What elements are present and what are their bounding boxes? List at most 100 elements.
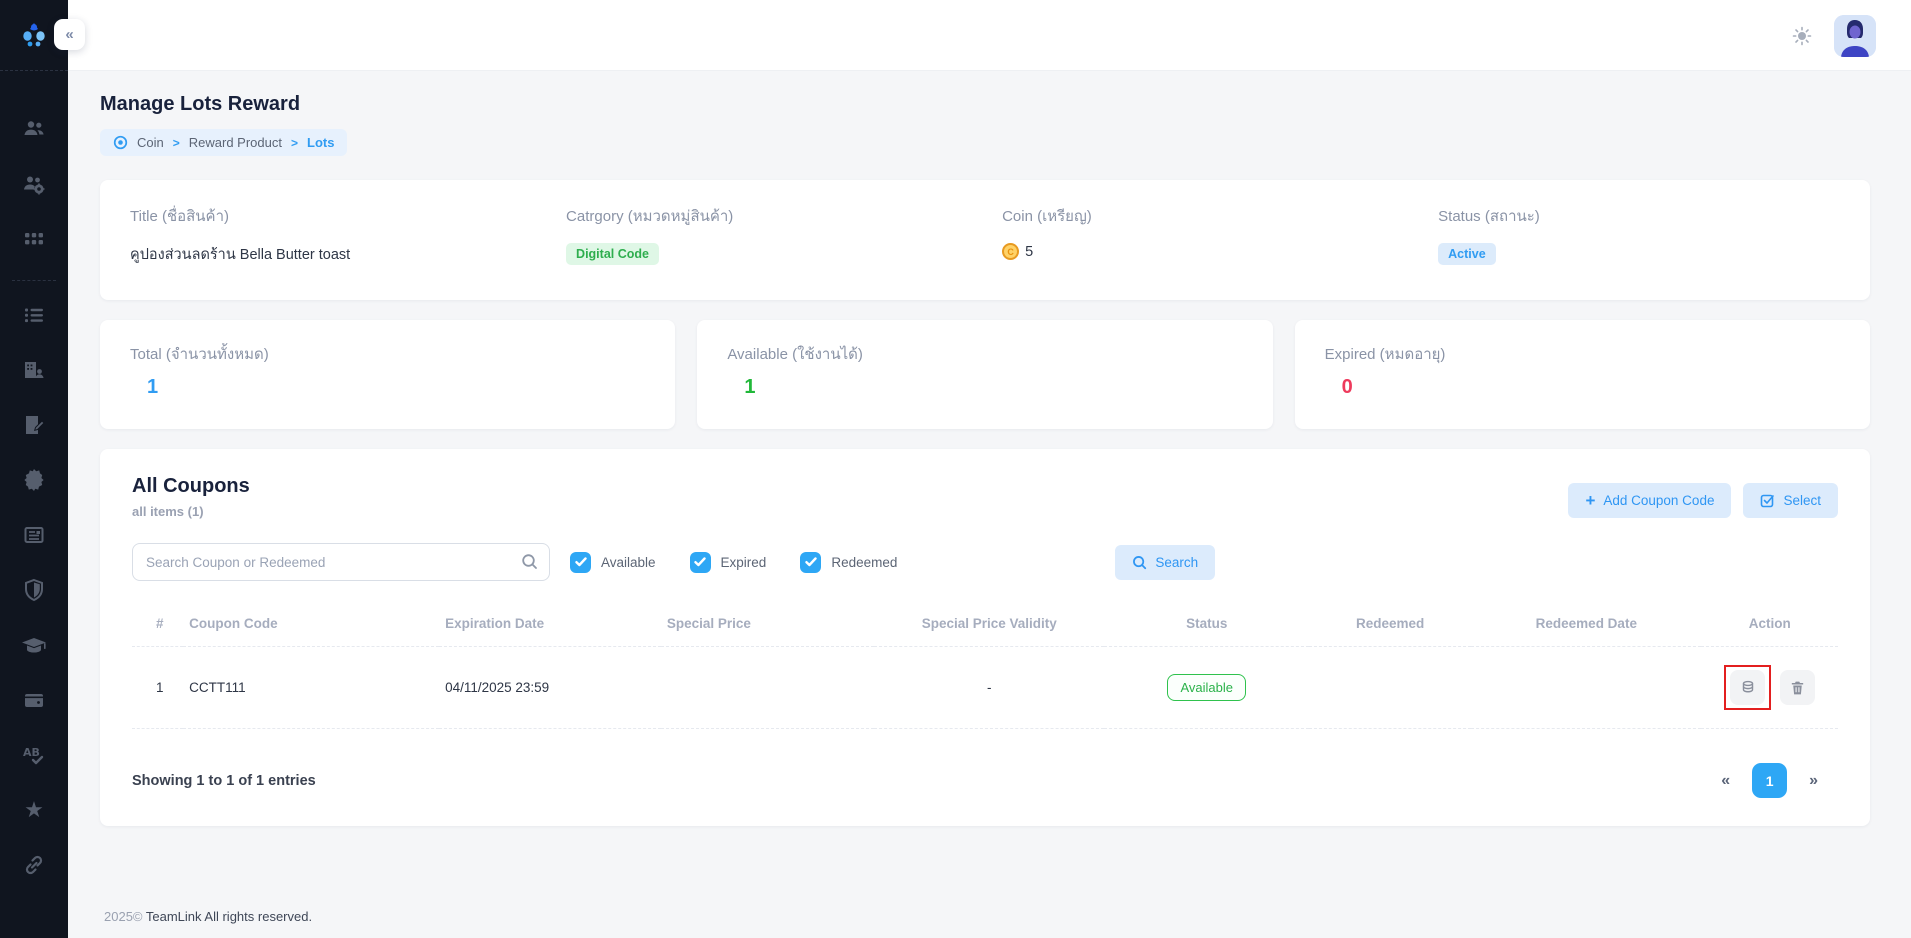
stat-available-value: 1 <box>744 376 756 398</box>
theme-toggle-button[interactable] <box>1792 26 1812 46</box>
sidebar-item-spellcheck[interactable]: AB <box>14 735 54 775</box>
col-coupon-code: Coupon Code <box>189 616 278 631</box>
pagination-page-1[interactable]: 1 <box>1752 763 1788 798</box>
collapse-chevrons-icon: « <box>65 26 74 43</box>
spellcheck-icon: AB <box>23 746 44 765</box>
stat-card-available: Available (ใช้งานได้) 1 <box>697 320 1273 429</box>
cell-index: 1 <box>132 646 184 729</box>
coupons-subtitle: all items (1) <box>132 504 204 519</box>
sidebar-item-news[interactable] <box>14 515 54 555</box>
wallet-icon <box>25 694 43 707</box>
checked-checkbox-icon <box>800 551 822 573</box>
sidebar-item-star[interactable]: ★ <box>14 790 54 830</box>
shield-icon <box>25 578 43 602</box>
col-expiration-date: Expiration Date <box>445 616 545 631</box>
star-icon: ★ <box>24 797 44 822</box>
pagination-prev-icon[interactable]: « <box>1721 772 1730 790</box>
chevron-right-icon: > <box>172 135 180 150</box>
badge-icon <box>24 469 44 491</box>
user-avatar[interactable] <box>1834 14 1876 57</box>
sidebar-item-wallet[interactable] <box>14 680 54 720</box>
sidebar-item-list[interactable] <box>14 295 54 335</box>
top-header <box>68 0 1911 71</box>
cell-redeemed <box>1309 646 1472 729</box>
organization-icon <box>25 362 44 378</box>
status-badge: Active <box>1438 243 1496 265</box>
title-value: คูปองส่วนลดร้าน Bella Butter toast <box>130 247 351 263</box>
stat-expired-label: Expired (หมดอายุ) <box>1324 346 1446 363</box>
page-title: Manage Lots Reward <box>100 93 301 115</box>
sidebar-item-education[interactable] <box>14 625 54 665</box>
filter-label-expired: Expired <box>720 554 767 570</box>
filter-checkbox-redeemed[interactable]: Redeemed <box>800 551 898 573</box>
search-input[interactable] <box>132 543 550 581</box>
col-redeemed: Redeemed <box>1355 616 1425 631</box>
coupons-table: # Coupon Code Expiration Date Special Pr… <box>132 601 1838 729</box>
search-button[interactable]: Search <box>1115 544 1216 580</box>
col-index: # <box>156 616 164 631</box>
highlight-rectangle <box>1724 665 1772 710</box>
target-radio-icon <box>113 135 128 150</box>
cell-expiration-date: 04/11/2025 23:59 <box>439 646 661 729</box>
col-special-price: Special Price <box>666 616 751 631</box>
field-coin: Coin (เหรียญ) C 5 <box>1002 204 1438 266</box>
sidebar-item-shield[interactable] <box>14 570 54 610</box>
breadcrumb-lots[interactable]: Lots <box>307 135 334 150</box>
table-header-row: # Coupon Code Expiration Date Special Pr… <box>132 601 1838 647</box>
team-icon <box>24 121 44 135</box>
sidebar-item-apps[interactable] <box>14 219 54 259</box>
sidebar-item-link[interactable] <box>14 845 54 885</box>
link-icon <box>25 855 43 875</box>
avatar-person-icon <box>1834 14 1876 57</box>
checked-checkbox-icon <box>689 551 711 573</box>
add-coupon-code-button[interactable]: + Add Coupon Code <box>1568 483 1732 518</box>
list-icon <box>25 308 43 323</box>
pagination-next-icon[interactable]: » <box>1809 772 1818 790</box>
stat-card-expired: Expired (หมดอายุ) 0 <box>1294 320 1870 429</box>
sidebar-item-document-edit[interactable] <box>14 405 54 445</box>
col-action: Action <box>1748 616 1791 631</box>
chevron-right-icon: > <box>290 135 298 150</box>
sun-icon <box>1792 26 1812 45</box>
coin-icon: C <box>1002 243 1020 260</box>
col-status: Status <box>1186 616 1228 631</box>
sidebar-item-badge[interactable] <box>14 460 54 500</box>
stat-expired-value: 0 <box>1341 376 1353 398</box>
table-row: 1 CCTT111 04/11/2025 23:59 - Available <box>132 646 1838 729</box>
plus-icon: + <box>1585 491 1596 510</box>
sidebar-divider <box>12 280 56 281</box>
search-icon <box>522 554 537 569</box>
sidebar-item-team[interactable] <box>14 109 54 149</box>
stat-total-value: 1 <box>147 376 159 398</box>
coin-label: Coin (เหรียญ) <box>1002 208 1092 225</box>
apps-grid-icon <box>25 233 43 245</box>
filter-label-redeemed: Redeemed <box>831 554 898 570</box>
breadcrumb-coin[interactable]: Coin <box>137 135 164 150</box>
copyright-year: 2025© <box>104 909 146 924</box>
sidebar-collapse-button[interactable]: « <box>54 19 85 50</box>
copy-coupon-button[interactable] <box>1730 670 1766 705</box>
sidebar-item-organization[interactable] <box>14 350 54 390</box>
status-label: Status (สถานะ) <box>1438 208 1540 225</box>
available-status-badge: Available <box>1167 674 1246 701</box>
reward-details-card: Title (ชื่อสินค้า) คูปองส่วนลดร้าน Bella… <box>100 180 1870 300</box>
cell-action <box>1701 646 1838 729</box>
coins-stack-icon <box>1742 680 1753 692</box>
education-icon <box>22 638 46 653</box>
copyright-text: TeamLink All rights reserved. <box>145 909 313 924</box>
select-button[interactable]: Select <box>1743 483 1838 518</box>
trash-icon <box>1792 681 1804 694</box>
delete-coupon-button[interactable] <box>1780 670 1816 705</box>
document-edit-icon <box>26 416 45 434</box>
coupons-title: All Coupons <box>132 475 250 497</box>
showing-entries-text: Showing 1 to 1 of 1 entries <box>132 772 316 789</box>
filter-checkbox-expired[interactable]: Expired <box>689 551 767 573</box>
field-category: Catrgory (หมวดหมู่สินค้า) Digital Code <box>566 204 1002 266</box>
sidebar-item-team-settings[interactable] <box>14 164 54 204</box>
copyright-footer: 2025© TeamLink All rights reserved. <box>100 909 1870 938</box>
stats-row: Total (จำนวนทั้งหมด) 1 Available (ใช้งาน… <box>100 320 1870 429</box>
filter-checkbox-available[interactable]: Available <box>570 551 656 573</box>
stat-available-label: Available (ใช้งานได้) <box>727 346 863 363</box>
cell-special-price <box>660 646 875 729</box>
breadcrumb-reward-product[interactable]: Reward Product <box>189 135 282 150</box>
